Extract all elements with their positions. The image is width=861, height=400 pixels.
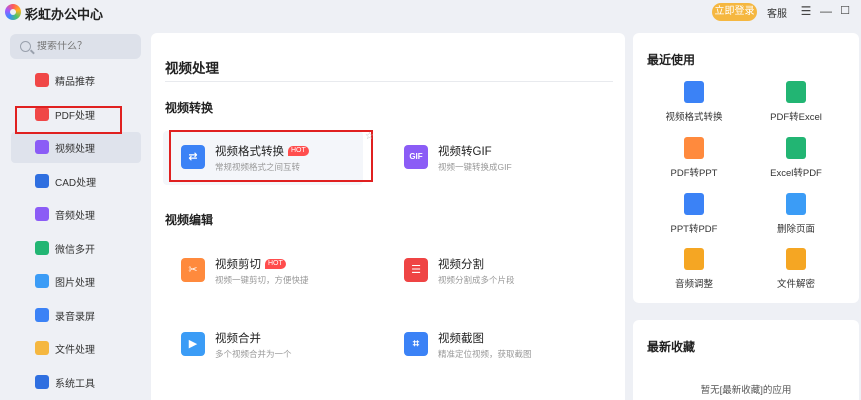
split-icon: ☰ [404, 258, 428, 282]
favorites-panel: 最新收藏 暂无[最新收藏]的应用 [633, 320, 859, 400]
image-icon [35, 274, 49, 288]
delete-page-icon [786, 193, 806, 215]
page-title: 视频处理 [165, 61, 219, 76]
section-title-edit: 视频编辑 [165, 213, 214, 227]
gear-icon [35, 374, 49, 389]
card-video-to-gif[interactable]: GIF 视频转GIF 视频一键转换成GIF [386, 131, 586, 185]
tool-label: 文件解密 [776, 279, 815, 290]
sidebar-item-label: 文件处理 [55, 345, 95, 357]
tool-label: 音频调整 [674, 279, 713, 290]
sidebar-item-recording[interactable]: 录音录屏 [0, 299, 151, 333]
card-title: 视频剪切 [215, 259, 261, 271]
excel-pdf-icon [786, 137, 806, 159]
mic-icon [35, 307, 49, 322]
sidebar-item-label: 系统工具 [55, 378, 95, 390]
sidebar-item-label: 视频处理 [55, 144, 95, 156]
sidebar-item-label: CAD处理 [55, 177, 97, 189]
sidebar-item-label: 精品推荐 [55, 77, 95, 89]
card-desc: 视频分割成多个片段 [438, 275, 515, 285]
sidebar-item-label: 微信多开 [55, 244, 95, 256]
card-desc: 精准定位视频，获取截图 [438, 349, 532, 359]
crop-icon: ⌗ [404, 332, 428, 356]
recent-tool-excel-pdf[interactable]: Excel转PDF [751, 137, 841, 187]
pdf-excel-icon [786, 81, 806, 103]
divider [165, 81, 613, 82]
card-title: 视频截图 [438, 333, 484, 345]
customer-service-button[interactable]: 客服 [767, 5, 787, 20]
minimize-icon[interactable]: — [819, 4, 833, 18]
card-video-split[interactable]: ☰ 视频分割 视频分割成多个片段 [386, 244, 586, 298]
card-video-screenshot[interactable]: ⌗ 视频截图 精准定位视频，获取截图 [386, 318, 586, 372]
scissors-icon: ✂ [181, 258, 205, 282]
search-icon [20, 41, 31, 52]
favorites-title: 最新收藏 [647, 340, 696, 354]
card-title: 视频合并 [215, 333, 261, 345]
swap-icon [684, 81, 704, 103]
wechat-icon [35, 240, 49, 255]
favorites-empty-text: 暂无[最新收藏]的应用 [700, 385, 792, 396]
search-input[interactable] [37, 41, 132, 52]
tool-label: PPT转PDF [670, 224, 718, 235]
title-bar: 彩虹办公中心 立即登录 客服 ☰ — ☐ [0, 0, 861, 24]
card-video-merge[interactable]: ▶ 视频合并 多个视频合并为一个 [163, 318, 363, 372]
hot-badge: HOT [265, 259, 286, 269]
card-desc: 视频一键转换成GIF [438, 162, 512, 172]
sidebar-item-label: 图片处理 [55, 278, 95, 290]
section-title-convert: 视频转换 [165, 101, 214, 115]
recent-panel: 最近使用 视频格式转换 PDF转Excel PDF转PPT Excel转PDF … [633, 33, 859, 303]
star-icon[interactable]: ☆ [365, 131, 374, 142]
recent-tool-ppt-pdf[interactable]: PPT转PDF [649, 193, 739, 243]
tool-label: PDF转Excel [770, 112, 822, 123]
card-video-cut[interactable]: ✂ 视频剪切 HOT 视频一键剪切，方便快捷 [163, 244, 363, 298]
play-icon [35, 140, 49, 154]
pdf-ppt-icon [684, 137, 704, 159]
card-desc: 视频一键剪切，方便快捷 [215, 275, 309, 285]
sidebar-item-wechat[interactable]: 微信多开 [0, 232, 151, 266]
sidebar: 精品推荐 PDF处理 视频处理 CAD处理 音频处理 微信多开 图片处理 录音 [0, 24, 151, 400]
merge-icon: ▶ [181, 332, 205, 356]
music-icon [35, 207, 49, 221]
sidebar-item-audio[interactable]: 音频处理 [0, 198, 151, 232]
ppt-pdf-icon [684, 193, 704, 215]
recent-title: 最近使用 [647, 53, 696, 67]
recent-tool-audio-adjust[interactable]: 音频调整 [649, 248, 739, 298]
main-panel: 视频处理 视频转换 视频编辑 ⇄ 视频格式转换 HOT 常规视频格式之间互转 GI… [151, 33, 625, 400]
thumbs-up-icon [35, 73, 49, 87]
sidebar-item-image[interactable]: 图片处理 [0, 265, 151, 299]
tool-label: Excel转PDF [770, 168, 822, 179]
audio-adjust-icon [684, 248, 704, 270]
recent-tool-delete-page[interactable]: 删除页面 [751, 193, 841, 243]
card-desc: 多个视频合并为一个 [215, 349, 292, 359]
gif-icon: GIF [404, 145, 428, 169]
sidebar-item-file[interactable]: 文件处理 [0, 332, 151, 366]
recent-tool-pdf-ppt[interactable]: PDF转PPT [649, 137, 739, 187]
tool-label: PDF转PPT [670, 168, 718, 179]
tool-label: 视频格式转换 [665, 112, 723, 123]
recent-tool-video-convert[interactable]: 视频格式转换 [649, 81, 739, 131]
highlight-frame [169, 130, 373, 182]
card-title: 视频分割 [438, 259, 484, 271]
folder-icon [35, 341, 49, 355]
maximize-icon[interactable]: ☐ [838, 4, 852, 18]
highlight-frame [15, 106, 122, 134]
menu-icon[interactable]: ☰ [799, 4, 813, 18]
rainbow-logo-icon [5, 4, 21, 20]
tool-label: 删除页面 [776, 224, 815, 235]
close-icon[interactable] [855, 4, 861, 18]
sidebar-item-video[interactable]: 视频处理 [0, 131, 151, 165]
sidebar-item-recommend[interactable]: 精品推荐 [0, 64, 151, 98]
unlock-file-icon [786, 248, 806, 270]
cad-icon [35, 173, 49, 188]
search-box[interactable] [10, 34, 141, 59]
app-title: 彩虹办公中心 [25, 7, 104, 22]
recent-tool-file-decrypt[interactable]: 文件解密 [751, 248, 841, 298]
recent-tool-pdf-excel[interactable]: PDF转Excel [751, 81, 841, 131]
sidebar-item-label: 音频处理 [55, 211, 95, 223]
sidebar-item-system[interactable]: 系统工具 [0, 366, 151, 400]
login-button[interactable]: 立即登录 [712, 3, 757, 21]
sidebar-item-cad[interactable]: CAD处理 [0, 165, 151, 199]
sidebar-item-label: 录音录屏 [55, 311, 95, 323]
card-title: 视频转GIF [438, 146, 492, 158]
